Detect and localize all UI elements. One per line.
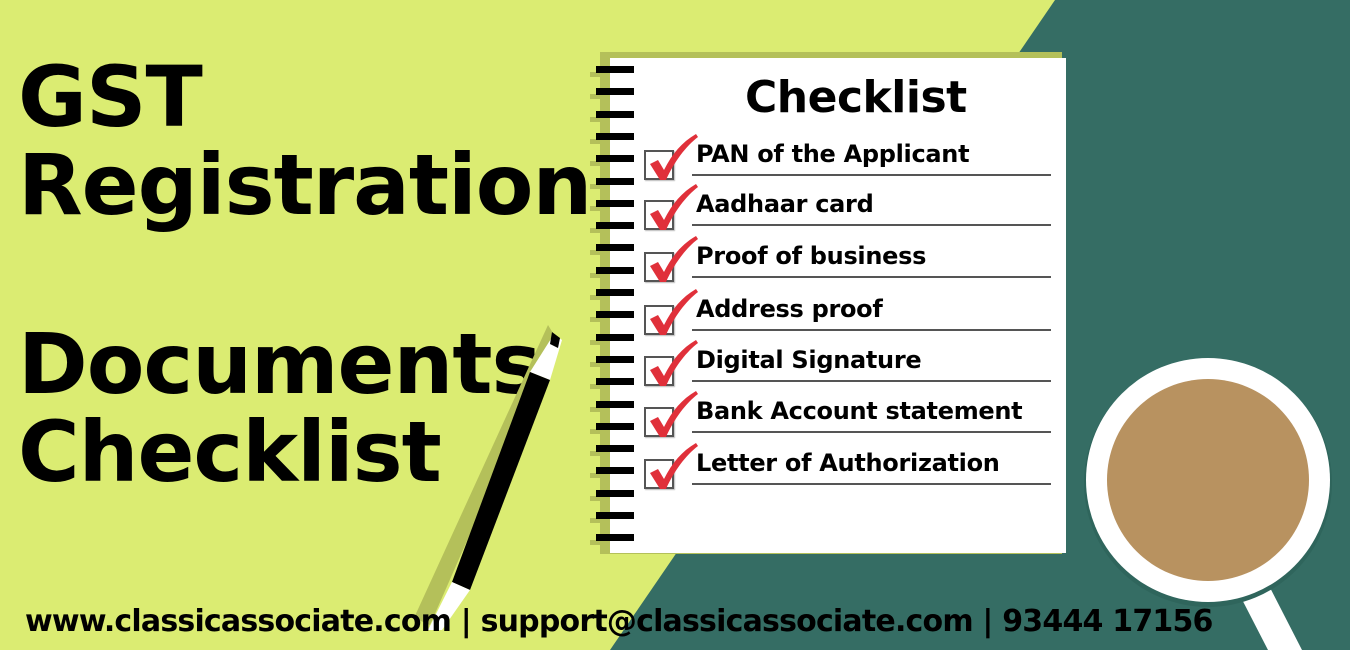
checklist-item-label: Letter of Authorization <box>696 449 1000 477</box>
spiral-ring <box>596 489 634 497</box>
spiral-ring <box>596 222 634 230</box>
spiral-ring <box>596 66 634 73</box>
spiral-ring <box>596 132 634 140</box>
checklist-item-label: Proof of business <box>696 242 927 270</box>
spiral-ring <box>596 378 634 386</box>
headline-checklist: Checklist <box>18 403 442 501</box>
spiral-ring <box>596 244 634 252</box>
spiral-ring <box>596 110 634 118</box>
spiral-ring <box>596 177 634 185</box>
checklist-item-label: PAN of the Applicant <box>696 140 970 168</box>
checklist-item: Address proof <box>640 289 1055 345</box>
checklist-item-label: Digital Signature <box>696 346 922 374</box>
checklist-item: PAN of the Applicant <box>640 134 1055 190</box>
spiral-ring <box>596 333 634 341</box>
checklist-item: Aadhaar card <box>640 184 1055 240</box>
spiral-ring <box>596 199 634 207</box>
checklist-title: Checklist <box>745 72 967 123</box>
underline-rule <box>692 431 1051 433</box>
checklist-item: Digital Signature <box>640 340 1055 396</box>
spiral-binding <box>590 62 636 552</box>
spiral-ring <box>596 88 634 96</box>
spiral-ring <box>596 422 634 430</box>
spiral-ring <box>596 311 634 319</box>
underline-rule <box>692 380 1051 382</box>
spiral-ring <box>596 400 634 408</box>
underline-rule <box>692 174 1051 176</box>
spiral-ring <box>596 534 634 542</box>
headline-registration: Registration <box>18 136 592 234</box>
checklist-item: Proof of business <box>640 236 1055 292</box>
checklist-item-label: Bank Account statement <box>696 397 1023 425</box>
spiral-ring <box>596 266 634 274</box>
pen-icon <box>414 325 562 630</box>
checklist-item: Letter of Authorization <box>640 443 1055 499</box>
spiral-ring <box>596 467 634 475</box>
spiral-ring <box>596 289 634 296</box>
spiral-ring <box>596 355 634 363</box>
spiral-ring <box>596 512 634 519</box>
spiral-ring <box>596 445 634 453</box>
checklist-item: Bank Account statement <box>640 391 1055 447</box>
underline-rule <box>692 329 1051 331</box>
checklist-item-label: Address proof <box>696 295 883 323</box>
underline-rule <box>692 224 1051 226</box>
headline-gst: GST <box>18 48 203 146</box>
spiral-ring <box>596 155 634 163</box>
footer-contact: www.classicassociate.com | support@class… <box>25 604 1213 639</box>
underline-rule <box>692 276 1051 278</box>
underline-rule <box>692 483 1051 485</box>
checklist-item-label: Aadhaar card <box>696 190 874 218</box>
